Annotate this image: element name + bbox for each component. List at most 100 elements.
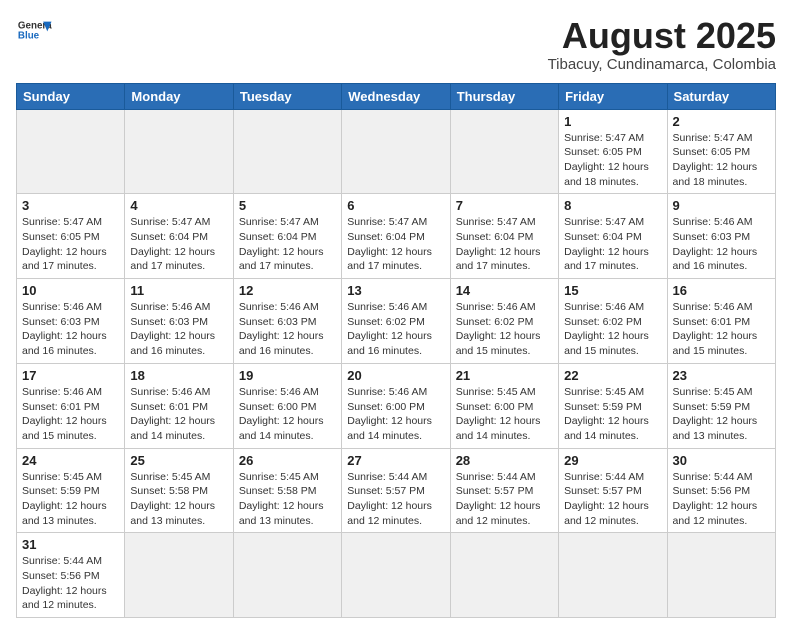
calendar-cell: 13Sunrise: 5:46 AM Sunset: 6:02 PM Dayli… xyxy=(342,279,450,364)
calendar-cell: 15 Sunrise: 5:46 AM Sunset: 6:02 PM Dayli… xyxy=(559,279,667,364)
calendar-cell: 24Sunrise: 5:45 AM Sunset: 5:59 PM Dayli… xyxy=(17,448,125,533)
day-number: 28 xyxy=(456,453,553,468)
day-info: Sunrise: 5:46 AM Sunset: 6:03 PM Dayligh… xyxy=(673,215,770,274)
day-number: 27 xyxy=(347,453,444,468)
day-info: Sunrise: 5:45 AM Sunset: 5:59 PM Dayligh… xyxy=(564,385,661,444)
day-number: 3 xyxy=(22,198,119,213)
day-info: Sunrise: 5:44 AM Sunset: 5:57 PM Dayligh… xyxy=(564,470,661,529)
calendar-cell: 9 Sunrise: 5:46 AM Sunset: 6:03 PM Daylig… xyxy=(667,194,775,279)
calendar-cell: 21Sunrise: 5:45 AM Sunset: 6:00 PM Dayli… xyxy=(450,363,558,448)
day-number: 12 xyxy=(239,283,336,298)
calendar-cell: 4 Sunrise: 5:47 AM Sunset: 6:04 PM Daylig… xyxy=(125,194,233,279)
calendar-week-row: 24Sunrise: 5:45 AM Sunset: 5:59 PM Dayli… xyxy=(17,448,776,533)
day-info: Sunrise: 5:45 AM Sunset: 6:00 PM Dayligh… xyxy=(456,385,553,444)
day-info: Sunrise: 5:47 AM Sunset: 6:04 PM Dayligh… xyxy=(564,215,661,274)
calendar-cell: 3 Sunrise: 5:47 AM Sunset: 6:05 PM Daylig… xyxy=(17,194,125,279)
title-area: August 2025 Tibacuy, Cundinamarca, Colom… xyxy=(548,16,776,73)
weekday-header: Tuesday xyxy=(233,83,341,109)
calendar-week-row: 17 Sunrise: 5:46 AM Sunset: 6:01 PM Dayli… xyxy=(17,363,776,448)
calendar-cell xyxy=(233,533,341,618)
day-info: Sunrise: 5:46 AM Sunset: 6:03 PM Dayligh… xyxy=(130,300,227,359)
calendar-cell: 6Sunrise: 5:47 AM Sunset: 6:04 PM Daylig… xyxy=(342,194,450,279)
calendar-cell xyxy=(342,533,450,618)
calendar-cell: 8 Sunrise: 5:47 AM Sunset: 6:04 PM Daylig… xyxy=(559,194,667,279)
day-info: Sunrise: 5:47 AM Sunset: 6:05 PM Dayligh… xyxy=(22,215,119,274)
calendar-table: SundayMondayTuesdayWednesdayThursdayFrid… xyxy=(16,83,776,619)
day-info: Sunrise: 5:45 AM Sunset: 5:58 PM Dayligh… xyxy=(130,470,227,529)
day-number: 9 xyxy=(673,198,770,213)
day-number: 17 xyxy=(22,368,119,383)
day-info: Sunrise: 5:46 AM Sunset: 6:03 PM Dayligh… xyxy=(239,300,336,359)
day-info: Sunrise: 5:46 AM Sunset: 6:00 PM Dayligh… xyxy=(347,385,444,444)
day-number: 4 xyxy=(130,198,227,213)
day-number: 7 xyxy=(456,198,553,213)
day-number: 29 xyxy=(564,453,661,468)
day-info: Sunrise: 5:46 AM Sunset: 6:01 PM Dayligh… xyxy=(673,300,770,359)
day-info: Sunrise: 5:47 AM Sunset: 6:04 PM Dayligh… xyxy=(130,215,227,274)
day-info: Sunrise: 5:45 AM Sunset: 5:59 PM Dayligh… xyxy=(673,385,770,444)
day-number: 10 xyxy=(22,283,119,298)
day-info: Sunrise: 5:46 AM Sunset: 6:03 PM Dayligh… xyxy=(22,300,119,359)
calendar-cell: 19 Sunrise: 5:46 AM Sunset: 6:00 PM Dayli… xyxy=(233,363,341,448)
calendar-cell: 22 Sunrise: 5:45 AM Sunset: 5:59 PM Dayli… xyxy=(559,363,667,448)
day-info: Sunrise: 5:47 AM Sunset: 6:05 PM Dayligh… xyxy=(673,131,770,190)
calendar-cell: 28 Sunrise: 5:44 AM Sunset: 5:57 PM Dayli… xyxy=(450,448,558,533)
calendar-cell: 18 Sunrise: 5:46 AM Sunset: 6:01 PM Dayli… xyxy=(125,363,233,448)
calendar-cell: 31 Sunrise: 5:44 AM Sunset: 5:56 PM Dayli… xyxy=(17,533,125,618)
day-number: 23 xyxy=(673,368,770,383)
day-info: Sunrise: 5:45 AM Sunset: 5:58 PM Dayligh… xyxy=(239,470,336,529)
logo: General Blue xyxy=(16,16,52,44)
day-number: 5 xyxy=(239,198,336,213)
calendar-cell: 7Sunrise: 5:47 AM Sunset: 6:04 PM Daylig… xyxy=(450,194,558,279)
calendar-cell: 25 Sunrise: 5:45 AM Sunset: 5:58 PM Dayli… xyxy=(125,448,233,533)
day-info: Sunrise: 5:46 AM Sunset: 6:00 PM Dayligh… xyxy=(239,385,336,444)
day-info: Sunrise: 5:46 AM Sunset: 6:02 PM Dayligh… xyxy=(564,300,661,359)
day-number: 31 xyxy=(22,537,119,552)
weekday-header: Thursday xyxy=(450,83,558,109)
calendar-cell: 23 Sunrise: 5:45 AM Sunset: 5:59 PM Dayli… xyxy=(667,363,775,448)
day-info: Sunrise: 5:46 AM Sunset: 6:01 PM Dayligh… xyxy=(130,385,227,444)
day-number: 22 xyxy=(564,368,661,383)
logo-icon: General Blue xyxy=(16,16,52,44)
weekday-header: Friday xyxy=(559,83,667,109)
day-number: 25 xyxy=(130,453,227,468)
calendar-cell xyxy=(559,533,667,618)
calendar-header: SundayMondayTuesdayWednesdayThursdayFrid… xyxy=(17,83,776,109)
calendar-subtitle: Tibacuy, Cundinamarca, Colombia xyxy=(548,56,776,73)
weekday-header: Wednesday xyxy=(342,83,450,109)
weekday-header: Sunday xyxy=(17,83,125,109)
calendar-cell: 30Sunrise: 5:44 AM Sunset: 5:56 PM Dayli… xyxy=(667,448,775,533)
calendar-week-row: 1Sunrise: 5:47 AM Sunset: 6:05 PM Daylig… xyxy=(17,109,776,194)
calendar-cell xyxy=(125,109,233,194)
day-number: 15 xyxy=(564,283,661,298)
day-info: Sunrise: 5:46 AM Sunset: 6:02 PM Dayligh… xyxy=(456,300,553,359)
day-number: 18 xyxy=(130,368,227,383)
calendar-cell: 17 Sunrise: 5:46 AM Sunset: 6:01 PM Dayli… xyxy=(17,363,125,448)
calendar-cell: 20 Sunrise: 5:46 AM Sunset: 6:00 PM Dayli… xyxy=(342,363,450,448)
calendar-cell: 5Sunrise: 5:47 AM Sunset: 6:04 PM Daylig… xyxy=(233,194,341,279)
day-number: 11 xyxy=(130,283,227,298)
calendar-cell: 14Sunrise: 5:46 AM Sunset: 6:02 PM Dayli… xyxy=(450,279,558,364)
day-info: Sunrise: 5:44 AM Sunset: 5:57 PM Dayligh… xyxy=(456,470,553,529)
calendar-cell: 10 Sunrise: 5:46 AM Sunset: 6:03 PM Dayli… xyxy=(17,279,125,364)
calendar-cell xyxy=(125,533,233,618)
day-info: Sunrise: 5:44 AM Sunset: 5:56 PM Dayligh… xyxy=(22,554,119,613)
day-number: 2 xyxy=(673,114,770,129)
calendar-cell: 1Sunrise: 5:47 AM Sunset: 6:05 PM Daylig… xyxy=(559,109,667,194)
calendar-cell xyxy=(450,109,558,194)
day-number: 26 xyxy=(239,453,336,468)
day-number: 20 xyxy=(347,368,444,383)
day-number: 19 xyxy=(239,368,336,383)
calendar-cell xyxy=(450,533,558,618)
calendar-cell xyxy=(17,109,125,194)
day-number: 24 xyxy=(22,453,119,468)
calendar-week-row: 10 Sunrise: 5:46 AM Sunset: 6:03 PM Dayli… xyxy=(17,279,776,364)
day-number: 8 xyxy=(564,198,661,213)
calendar-cell xyxy=(667,533,775,618)
day-info: Sunrise: 5:47 AM Sunset: 6:05 PM Dayligh… xyxy=(564,131,661,190)
calendar-week-row: 31 Sunrise: 5:44 AM Sunset: 5:56 PM Dayli… xyxy=(17,533,776,618)
calendar-title: August 2025 xyxy=(548,16,776,56)
calendar-cell: 16Sunrise: 5:46 AM Sunset: 6:01 PM Dayli… xyxy=(667,279,775,364)
day-info: Sunrise: 5:46 AM Sunset: 6:01 PM Dayligh… xyxy=(22,385,119,444)
calendar-cell: 29 Sunrise: 5:44 AM Sunset: 5:57 PM Dayli… xyxy=(559,448,667,533)
